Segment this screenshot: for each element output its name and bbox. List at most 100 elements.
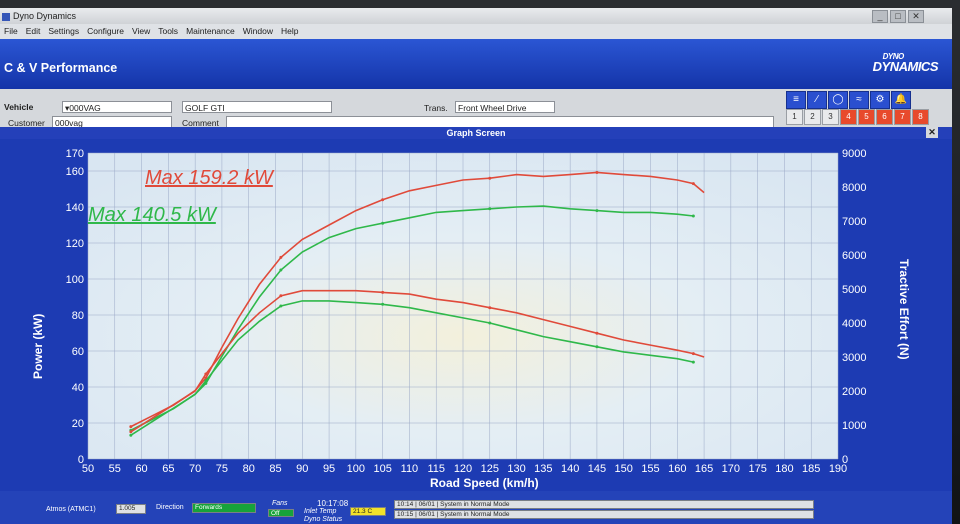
direction-select[interactable]: Forwards bbox=[192, 503, 256, 513]
x-tick-label: 175 bbox=[748, 463, 766, 475]
menu-bar: File Edit Settings Configure View Tools … bbox=[0, 24, 952, 39]
y2-tick-label: 0 bbox=[842, 454, 848, 466]
x-tick-label: 60 bbox=[135, 463, 147, 475]
x-tick-label: 170 bbox=[722, 463, 740, 475]
graph-panel: 50 55 60 65 70 75 80 85 90 95 100 105 110 115 120 125 13… bbox=[0, 139, 952, 491]
menu-tools[interactable]: Tools bbox=[154, 24, 182, 39]
line-icon[interactable]: ∕ bbox=[807, 91, 827, 109]
fan-1-toggle[interactable]: Off bbox=[268, 509, 294, 517]
graph-title: Graph Screen bbox=[446, 128, 506, 138]
menu-edit[interactable]: Edit bbox=[22, 24, 45, 39]
x-tick-label: 180 bbox=[775, 463, 793, 475]
x-tick-label: 145 bbox=[588, 463, 606, 475]
menu-configure[interactable]: Configure bbox=[83, 24, 128, 39]
run-button-3[interactable]: 3 bbox=[822, 109, 839, 125]
data-point bbox=[279, 255, 283, 259]
x-axis-label: Road Speed (km/h) bbox=[430, 476, 539, 490]
x-tick-label: 185 bbox=[802, 463, 820, 475]
list-icon[interactable]: ≡ bbox=[786, 91, 806, 109]
run-button-1[interactable]: 1 bbox=[786, 109, 803, 125]
run-button-6[interactable]: 6 bbox=[876, 109, 893, 125]
x-tick-label: 105 bbox=[373, 463, 391, 475]
x-tick-label: 155 bbox=[641, 463, 659, 475]
data-point bbox=[381, 221, 385, 225]
menu-view[interactable]: View bbox=[128, 24, 154, 39]
data-point bbox=[381, 290, 385, 294]
menu-help[interactable]: Help bbox=[277, 24, 302, 39]
brand-logo: DYNO DYNAMICS bbox=[872, 52, 939, 74]
y-tick-label: 40 bbox=[72, 382, 84, 394]
menu-maintenance[interactable]: Maintenance bbox=[182, 24, 239, 39]
menu-settings[interactable]: Settings bbox=[44, 24, 83, 39]
app-name: C & V Performance bbox=[4, 61, 118, 75]
data-point bbox=[595, 209, 599, 213]
run-button-2[interactable]: 2 bbox=[804, 109, 821, 125]
y2-tick-label: 6000 bbox=[842, 250, 866, 262]
window-title: Dyno Dynamics bbox=[13, 11, 77, 21]
x-tick-label: 165 bbox=[695, 463, 713, 475]
run-number-buttons: 1 2 3 4 5 6 7 8 bbox=[786, 109, 929, 125]
maximize-button[interactable]: □ bbox=[890, 10, 906, 23]
zoom-icon[interactable]: ◯ bbox=[828, 91, 848, 109]
x-tick-label: 55 bbox=[109, 463, 121, 475]
data-point bbox=[381, 198, 385, 202]
run-button-4[interactable]: 4 bbox=[840, 109, 857, 125]
vehicle-info-panel: Vehicle ▾000VAG GOLF GTI Trans. Front Wh… bbox=[0, 89, 952, 128]
header-bar: C & V Performance DYNO DYNAMICS bbox=[0, 39, 952, 89]
data-point bbox=[129, 425, 133, 429]
run-button-8[interactable]: 8 bbox=[912, 109, 929, 125]
data-point bbox=[279, 268, 283, 272]
data-point bbox=[381, 302, 385, 306]
clock: 10:17:08 bbox=[317, 499, 349, 508]
chart-icon[interactable]: ≈ bbox=[849, 91, 869, 109]
x-tick-label: 80 bbox=[243, 463, 255, 475]
app-window: Dyno Dynamics _ □ ✕ File Edit Settings C… bbox=[0, 8, 952, 524]
data-point bbox=[488, 306, 492, 310]
y2-tick-label: 2000 bbox=[842, 386, 866, 398]
data-point bbox=[279, 304, 283, 308]
model-field[interactable]: GOLF GTI bbox=[182, 101, 332, 113]
minimize-button[interactable]: _ bbox=[872, 10, 888, 23]
max-power-green-label: Max 140.5 kW bbox=[88, 204, 218, 226]
x-tick-label: 120 bbox=[454, 463, 472, 475]
y2-tick-label: 8000 bbox=[842, 182, 866, 194]
run-button-5[interactable]: 5 bbox=[858, 109, 875, 125]
data-point bbox=[279, 294, 283, 298]
x-tick-label: 135 bbox=[534, 463, 552, 475]
atmos-label: Atmos (ATMC1) bbox=[46, 506, 96, 513]
bell-icon[interactable]: 🔔 bbox=[891, 91, 911, 109]
y2-tick-label: 5000 bbox=[842, 284, 866, 296]
y-tick-label: 160 bbox=[66, 166, 84, 178]
inlet-temp-value: 21.3 C bbox=[350, 507, 386, 516]
vehicle-field[interactable]: ▾000VAG bbox=[62, 101, 172, 113]
title-bar: Dyno Dynamics _ □ ✕ bbox=[0, 8, 952, 24]
x-tick-label: 125 bbox=[481, 463, 499, 475]
data-point bbox=[691, 360, 695, 364]
menu-file[interactable]: File bbox=[0, 24, 22, 39]
x-tick-label: 85 bbox=[269, 463, 281, 475]
graph-screen-bar: Graph Screen ✕ bbox=[0, 127, 952, 139]
data-point bbox=[595, 170, 599, 174]
log-line-1: 10:14 | 06/01 | System in Normal Mode bbox=[394, 500, 814, 509]
vehicle-label: Vehicle bbox=[4, 102, 34, 112]
x-tick-label: 90 bbox=[296, 463, 308, 475]
engine-icon[interactable]: ⚙ bbox=[870, 91, 890, 109]
trans-field[interactable]: Front Wheel Drive bbox=[455, 101, 555, 113]
data-point bbox=[691, 214, 695, 218]
data-point bbox=[595, 345, 599, 349]
graph-close-icon[interactable]: ✕ bbox=[926, 127, 938, 138]
x-tick-label: 95 bbox=[323, 463, 335, 475]
y-tick-label: 0 bbox=[78, 454, 84, 466]
x-tick-label: 115 bbox=[427, 463, 445, 475]
y2-axis-label: Tractive Effort (N) bbox=[897, 259, 911, 360]
y2-tick-label: 3000 bbox=[842, 352, 866, 364]
data-point bbox=[204, 372, 208, 376]
run-button-7[interactable]: 7 bbox=[894, 109, 911, 125]
y-tick-label: 20 bbox=[72, 418, 84, 430]
log-line-2: 10:15 | 06/01 | System in Normal Mode bbox=[394, 510, 814, 519]
toolbar-icons: ≡ ∕ ◯ ≈ ⚙ 🔔 bbox=[786, 91, 911, 109]
fans-label: Fans bbox=[272, 500, 288, 507]
close-button[interactable]: ✕ bbox=[908, 10, 924, 23]
menu-window[interactable]: Window bbox=[239, 24, 277, 39]
x-tick-label: 65 bbox=[162, 463, 174, 475]
